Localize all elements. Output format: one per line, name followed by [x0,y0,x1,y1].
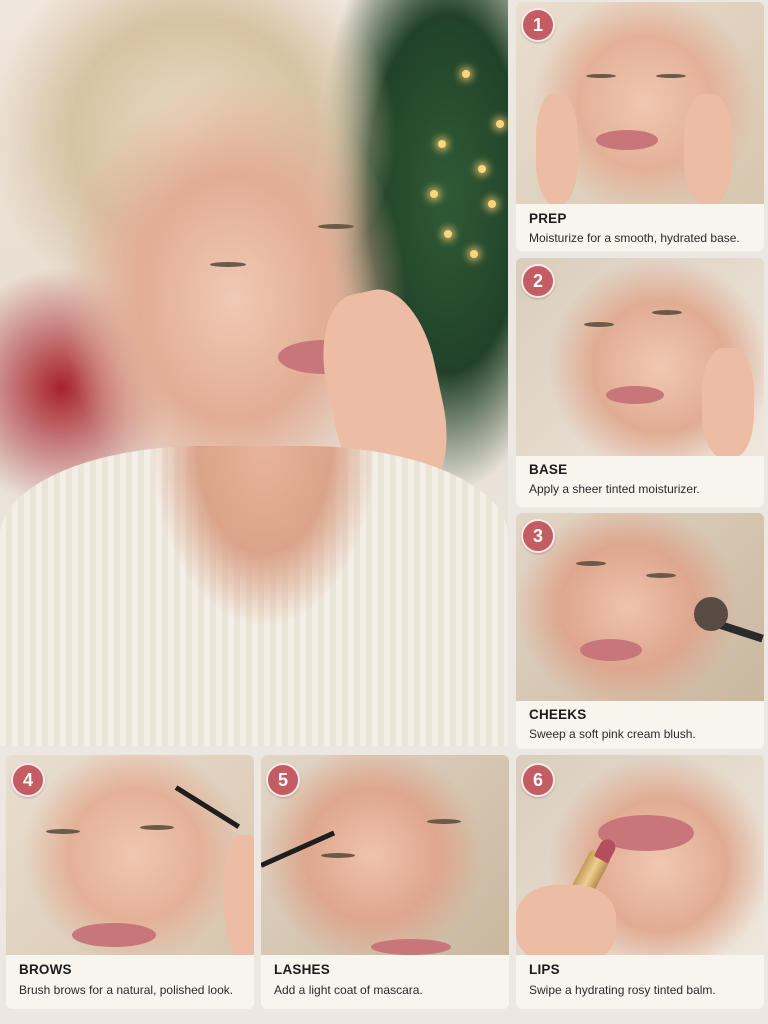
step-title: BROWS [19,962,72,977]
step-card-base: 2 BASE Apply a sheer tinted moisturizer. [516,258,764,507]
step-card-cheeks: 3 CHEEKS Sweep a soft pink cream blush. [516,513,764,749]
step-caption: BASE Apply a sheer tinted moisturizer. [516,456,764,507]
step-title: BASE [529,462,568,477]
step-description: Brush brows for a natural, polished look… [19,983,234,997]
step-number-badge: 4 [11,763,45,797]
step-card-lips: 6 LIPS Swipe a hydrating rosy tinted bal… [516,755,764,1009]
step-description: Sweep a soft pink cream blush. [529,727,696,741]
spoolie-icon [174,785,241,829]
step-title: CHEEKS [529,707,587,722]
mascara-wand-icon [261,830,336,868]
step-caption: PREP Moisturize for a smooth, hydrated b… [516,204,764,251]
step-number-badge: 5 [266,763,300,797]
step-caption: BROWS Brush brows for a natural, polishe… [6,955,254,1009]
step-description: Add a light coat of mascara. [274,983,423,997]
step-number-badge: 2 [521,264,555,298]
sweater [0,446,508,746]
step-card-brows: 4 BROWS Brush brows for a natural, polis… [6,755,254,1009]
step-description: Moisturize for a smooth, hydrated base. [529,231,740,245]
step-description: Swipe a hydrating rosy tinted balm. [529,983,716,997]
step-title: LASHES [274,962,330,977]
step-caption: CHEEKS Sweep a soft pink cream blush. [516,701,764,749]
step-description: Apply a sheer tinted moisturizer. [529,482,700,496]
blush-brush-icon [694,597,728,631]
step-number-badge: 3 [521,519,555,553]
step-number-badge: 6 [521,763,555,797]
step-card-prep: 1 PREP Moisturize for a smooth, hydrated… [516,2,764,251]
step-number-badge: 1 [521,8,555,42]
step-title: PREP [529,211,567,226]
step-caption: LIPS Swipe a hydrating rosy tinted balm. [516,955,764,1009]
step-title: LIPS [529,962,560,977]
hero-photo [0,0,508,746]
step-caption: LASHES Add a light coat of mascara. [261,955,509,1009]
step-card-lashes: 5 LASHES Add a light coat of mascara. [261,755,509,1009]
